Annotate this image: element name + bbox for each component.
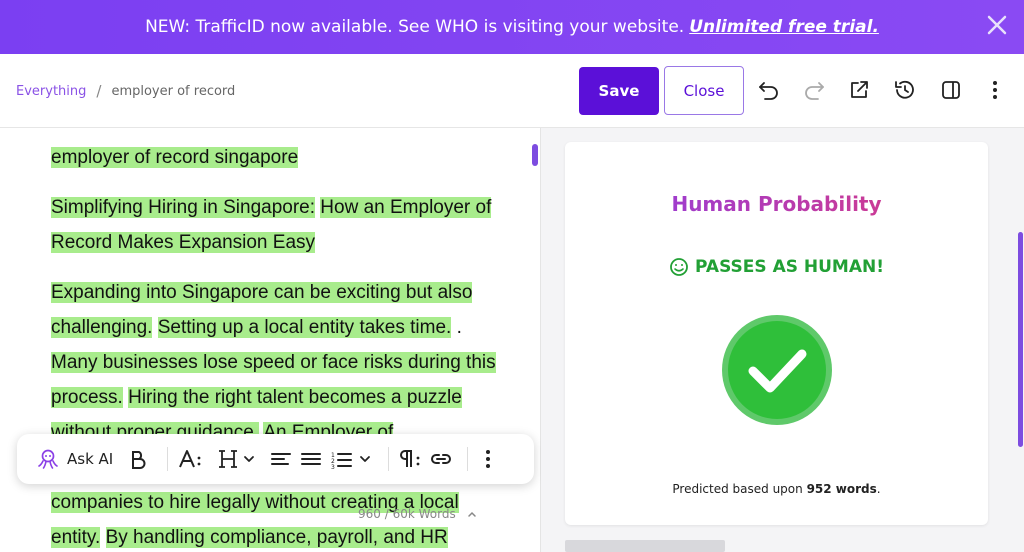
highlighted-text: employer of record singapore xyxy=(51,147,299,168)
word-count-label: 960 / 60k Words xyxy=(358,507,456,521)
bullet-list-icon xyxy=(301,453,322,465)
plain-text: . xyxy=(451,317,462,338)
word-count[interactable]: 960 / 60k Words xyxy=(358,507,478,521)
bold-button[interactable] xyxy=(129,449,147,469)
check-circle-icon xyxy=(722,315,832,425)
heading-icon xyxy=(219,450,238,468)
format-toolbar: Ask AI 123 xyxy=(17,434,534,484)
bullet-list-button[interactable] xyxy=(300,449,322,469)
toolbar-separator xyxy=(167,447,169,471)
save-button[interactable]: Save xyxy=(579,67,659,115)
breadcrumb: Everything / employer of record xyxy=(16,82,235,100)
open-external-icon[interactable] xyxy=(846,77,872,103)
human-probability-card: Human Probability PASSES AS HUMAN! Predi… xyxy=(565,142,988,525)
free-trial-link[interactable]: Unlimited free trial. xyxy=(689,17,879,37)
more-options-icon[interactable] xyxy=(982,77,1008,103)
editor-paragraph: Simplifying Hiring in Singapore: How an … xyxy=(51,190,501,260)
editor-paragraph: employer of record singapore xyxy=(51,140,501,175)
paragraph-button[interactable] xyxy=(399,448,423,470)
next-section-heading xyxy=(565,540,725,552)
document-editor[interactable]: employer of record singapore Simplifying… xyxy=(0,128,540,552)
numbered-list-icon: 123 xyxy=(331,452,353,469)
breadcrumb-separator: / xyxy=(96,82,102,100)
toolbar-separator xyxy=(388,447,390,471)
banner-close-icon[interactable] xyxy=(984,12,1010,38)
paragraph-icon xyxy=(400,450,420,467)
toolbar-separator xyxy=(467,447,469,471)
breadcrumb-current: employer of record xyxy=(111,83,236,99)
chevron-down-icon xyxy=(360,456,371,462)
verdict: PASSES AS HUMAN! xyxy=(565,257,988,277)
editor-scrollbar[interactable] xyxy=(532,144,538,166)
undo-icon[interactable] xyxy=(756,77,782,103)
analysis-panel: Human Probability PASSES AS HUMAN! Predi… xyxy=(541,128,1024,552)
announcement-banner: NEW: TrafficID now available. See WHO is… xyxy=(0,0,1024,54)
bold-icon xyxy=(132,451,146,469)
close-button[interactable]: Close xyxy=(664,66,744,115)
panel-scrollbar[interactable] xyxy=(1018,232,1023,447)
font-size-button[interactable] xyxy=(178,448,204,470)
prediction-suffix: . xyxy=(876,482,881,496)
redo-icon[interactable] xyxy=(801,77,827,103)
prediction-prefix: Predicted based upon xyxy=(672,482,807,496)
editor-content[interactable]: employer of record singapore Simplifying… xyxy=(51,140,501,552)
banner-text: NEW: TrafficID now available. See WHO is… xyxy=(145,17,685,37)
highlighted-text: By handling compliance, payroll, and HR xyxy=(105,527,448,548)
chevron-down-icon xyxy=(244,456,255,462)
align-left-button[interactable] xyxy=(270,449,292,469)
font-size-icon xyxy=(179,450,201,468)
editor-header: Everything / employer of record Save Clo… xyxy=(0,54,1024,128)
svg-text:3: 3 xyxy=(331,464,335,469)
insert-link-button[interactable] xyxy=(429,449,453,469)
heading-dropdown[interactable] xyxy=(218,448,256,470)
align-left-icon xyxy=(271,453,292,465)
prediction-basis: Predicted based upon 952 words. xyxy=(565,482,988,496)
history-icon[interactable] xyxy=(892,77,918,103)
highlighted-text: Setting up a local entity takes time. xyxy=(157,317,452,338)
toggle-sidebar-icon[interactable] xyxy=(938,77,964,103)
panel-title: Human Probability xyxy=(565,192,988,216)
chevron-up-icon xyxy=(467,511,476,517)
toolbar-more-icon[interactable] xyxy=(482,448,494,470)
link-icon xyxy=(431,454,452,464)
ask-ai-label: Ask AI xyxy=(67,450,114,468)
numbered-list-dropdown[interactable]: 123 xyxy=(330,449,372,469)
prediction-word-count: 952 words xyxy=(806,482,877,496)
verdict-text: PASSES AS HUMAN! xyxy=(695,257,884,277)
ask-ai-button[interactable]: Ask AI xyxy=(37,448,113,470)
smile-icon xyxy=(670,258,688,276)
breadcrumb-root-link[interactable]: Everything xyxy=(16,84,86,99)
highlighted-text: Simplifying Hiring in Singapore: xyxy=(51,197,316,218)
octopus-icon xyxy=(38,449,58,469)
